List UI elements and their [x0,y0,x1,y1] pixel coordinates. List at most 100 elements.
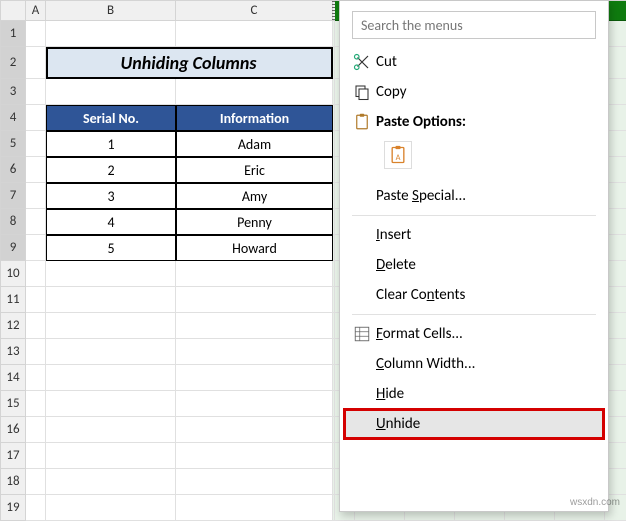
cell-r1-c2[interactable] [176,21,333,47]
row-header-16[interactable]: 16 [1,417,26,443]
menu-hide[interactable]: Hide [344,379,604,409]
cell-r13-c1[interactable] [46,339,176,365]
cell-r14-c0[interactable] [26,365,46,391]
table-cell-info[interactable]: Penny [176,209,333,235]
cell-r17-c1[interactable] [46,443,176,469]
cell-r2-c0[interactable] [26,47,46,79]
cell-r5-c0[interactable] [26,131,46,157]
col-header-A[interactable]: A [26,1,46,21]
cell-r14-c2[interactable] [176,365,333,391]
cell-r17-c0[interactable] [26,443,46,469]
cell-r10-c2[interactable] [176,261,333,287]
row-header-14[interactable]: 14 [1,365,26,391]
menu-label: Clear Contents [376,286,596,304]
cell-r19-c0[interactable] [26,495,46,521]
row-header-13[interactable]: 13 [1,339,26,365]
row-header-18[interactable]: 18 [1,469,26,495]
menu-separator [352,215,596,216]
cell-r8-c0[interactable] [26,209,46,235]
table-header-info[interactable]: Information [176,105,333,131]
menu-label: Copy [376,83,596,101]
cell-r12-c2[interactable] [176,313,333,339]
row-header-10[interactable]: 10 [1,261,26,287]
menu-column-width[interactable]: Column Width... [344,349,604,379]
row-header-11[interactable]: 11 [1,287,26,313]
table-cell-info[interactable]: Eric [176,157,333,183]
cell-r18-c0[interactable] [26,469,46,495]
table-cell-serial[interactable]: 2 [46,157,176,183]
row-header-8[interactable]: 8 [1,209,26,235]
row-header-7[interactable]: 7 [1,183,26,209]
cell-r7-c0[interactable] [26,183,46,209]
menu-cut[interactable]: Cut [344,47,604,77]
paste-keep-formatting-icon[interactable]: A [384,141,412,169]
cell-r3-c2[interactable] [176,79,333,105]
cell-r19-c2[interactable] [176,495,333,521]
menu-unhide[interactable]: Unhide [344,409,604,439]
table-cell-serial[interactable]: 3 [46,183,176,209]
cell-r9-c0[interactable] [26,235,46,261]
menu-insert[interactable]: Insert [344,220,604,250]
table-cell-info[interactable]: Adam [176,131,333,157]
menu-clear-contents[interactable]: Clear Contents [344,280,604,310]
cell-r17-c2[interactable] [176,443,333,469]
menu-search-input[interactable]: Search the menus [352,11,596,39]
cell-r18-c2[interactable] [176,469,333,495]
cell-r2-c2[interactable]: Unhiding Columns [176,47,333,79]
menu-label: Paste Options: [376,113,596,131]
row-header-3[interactable]: 3 [1,79,26,105]
table-header-serial[interactable]: Serial No. [46,105,176,131]
menu-label: Paste Special... [376,187,596,205]
table-cell-serial[interactable]: 5 [46,235,176,261]
table-cell-serial[interactable]: 4 [46,209,176,235]
cell-r12-c0[interactable] [26,313,46,339]
cell-r13-c2[interactable] [176,339,333,365]
table-cell-info[interactable]: Amy [176,183,333,209]
cell-r11-c2[interactable] [176,287,333,313]
cell-r16-c2[interactable] [176,417,333,443]
menu-paste-special[interactable]: Paste Special... [344,181,604,211]
row-header-1[interactable]: 1 [1,21,26,47]
cell-r16-c0[interactable] [26,417,46,443]
menu-delete[interactable]: Delete [344,250,604,280]
row-header-17[interactable]: 17 [1,443,26,469]
paste-options-row: A [344,137,604,181]
row-header-6[interactable]: 6 [1,157,26,183]
row-header-15[interactable]: 15 [1,391,26,417]
col-header-C[interactable]: C [176,1,333,21]
cell-r11-c1[interactable] [46,287,176,313]
cell-r16-c1[interactable] [46,417,176,443]
cell-r3-c0[interactable] [26,79,46,105]
row-header-2[interactable]: 2 [1,47,26,79]
cell-r15-c1[interactable] [46,391,176,417]
cell-r11-c0[interactable] [26,287,46,313]
cell-r14-c1[interactable] [46,365,176,391]
row-header-5[interactable]: 5 [1,131,26,157]
row-header-4[interactable]: 4 [1,105,26,131]
svg-text:A: A [396,153,401,163]
cell-r1-c1[interactable] [46,21,176,47]
menu-copy[interactable]: Copy [344,77,604,107]
cell-r6-c0[interactable] [26,157,46,183]
cell-r4-c0[interactable] [26,105,46,131]
col-header-B[interactable]: B [46,1,176,21]
cell-r13-c0[interactable] [26,339,46,365]
row-header-12[interactable]: 12 [1,313,26,339]
cell-r15-c2[interactable] [176,391,333,417]
table-cell-info[interactable]: Howard [176,235,333,261]
row-header-19[interactable]: 19 [1,495,26,521]
corner-select-all[interactable] [1,1,26,21]
cell-r12-c1[interactable] [46,313,176,339]
menu-format-cells[interactable]: Format Cells... [344,319,604,349]
cell-r10-c0[interactable] [26,261,46,287]
table-cell-serial[interactable]: 1 [46,131,176,157]
cell-r18-c1[interactable] [46,469,176,495]
menu-label: Cut [376,53,596,71]
cell-r10-c1[interactable] [46,261,176,287]
row-header-9[interactable]: 9 [1,235,26,261]
cell-r15-c0[interactable] [26,391,46,417]
cell-r19-c1[interactable] [46,495,176,521]
menu-label: Column Width... [376,355,596,373]
cell-r1-c0[interactable] [26,21,46,47]
cell-r3-c1[interactable] [46,79,176,105]
